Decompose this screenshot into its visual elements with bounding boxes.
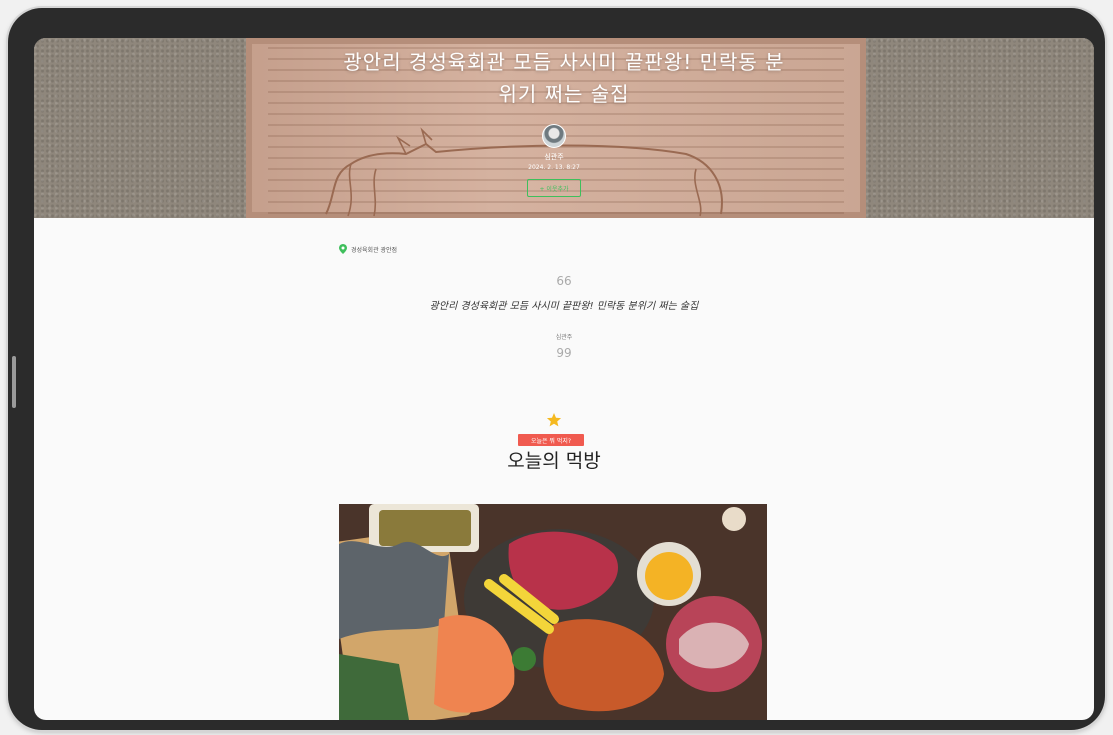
star-icon bbox=[546, 413, 562, 427]
blog-post-screen: 광안리 경성육회관 모듬 사시미 끝판왕! 민락동 분위기 쩌는 술집 심관주 … bbox=[34, 38, 1094, 720]
quote-close-mark: 99 bbox=[556, 346, 572, 360]
quote-open-mark: 66 bbox=[556, 274, 572, 288]
hero-background-right bbox=[866, 38, 1094, 218]
hero-background-left bbox=[34, 38, 246, 218]
cow-engraving-illustration bbox=[325, 127, 723, 217]
section-title: 오늘의 먹방 bbox=[507, 450, 601, 472]
section-tag-badge: 오늘은 뭐 먹지? bbox=[518, 434, 584, 446]
quote-text: 광안리 경성육회관 모듬 사시미 끝판왕! 민락동 분위기 쩌는 술집 bbox=[429, 301, 699, 312]
quote-author: 심관주 bbox=[555, 334, 573, 341]
food-platter-photo[interactable] bbox=[339, 504, 767, 720]
tablet-frame: 광안리 경성육회관 모듬 사시미 끝판왕! 민락동 분위기 쩌는 술집 심관주 … bbox=[8, 8, 1105, 730]
location-name: 경성육회관 광안점 bbox=[351, 246, 398, 254]
map-pin-icon bbox=[339, 244, 347, 254]
author-avatar[interactable] bbox=[542, 124, 566, 148]
tablet-side-button bbox=[12, 356, 16, 408]
post-date: 2024. 2. 13. 8:27 bbox=[528, 164, 580, 171]
author-name[interactable]: 심관주 bbox=[504, 152, 604, 162]
location-tag[interactable]: 경성육회관 광안점 bbox=[339, 244, 397, 254]
post-header-hero: 광안리 경성육회관 모듬 사시미 끝판왕! 민락동 분위기 쩌는 술집 심관주 … bbox=[34, 38, 1094, 218]
food-photo-illustration bbox=[339, 504, 767, 720]
follow-button[interactable]: + 이웃추가 bbox=[527, 179, 581, 197]
post-title: 광안리 경성육회관 모듬 사시미 끝판왕! 민락동 분위기 쩌는 술집 bbox=[343, 50, 785, 106]
